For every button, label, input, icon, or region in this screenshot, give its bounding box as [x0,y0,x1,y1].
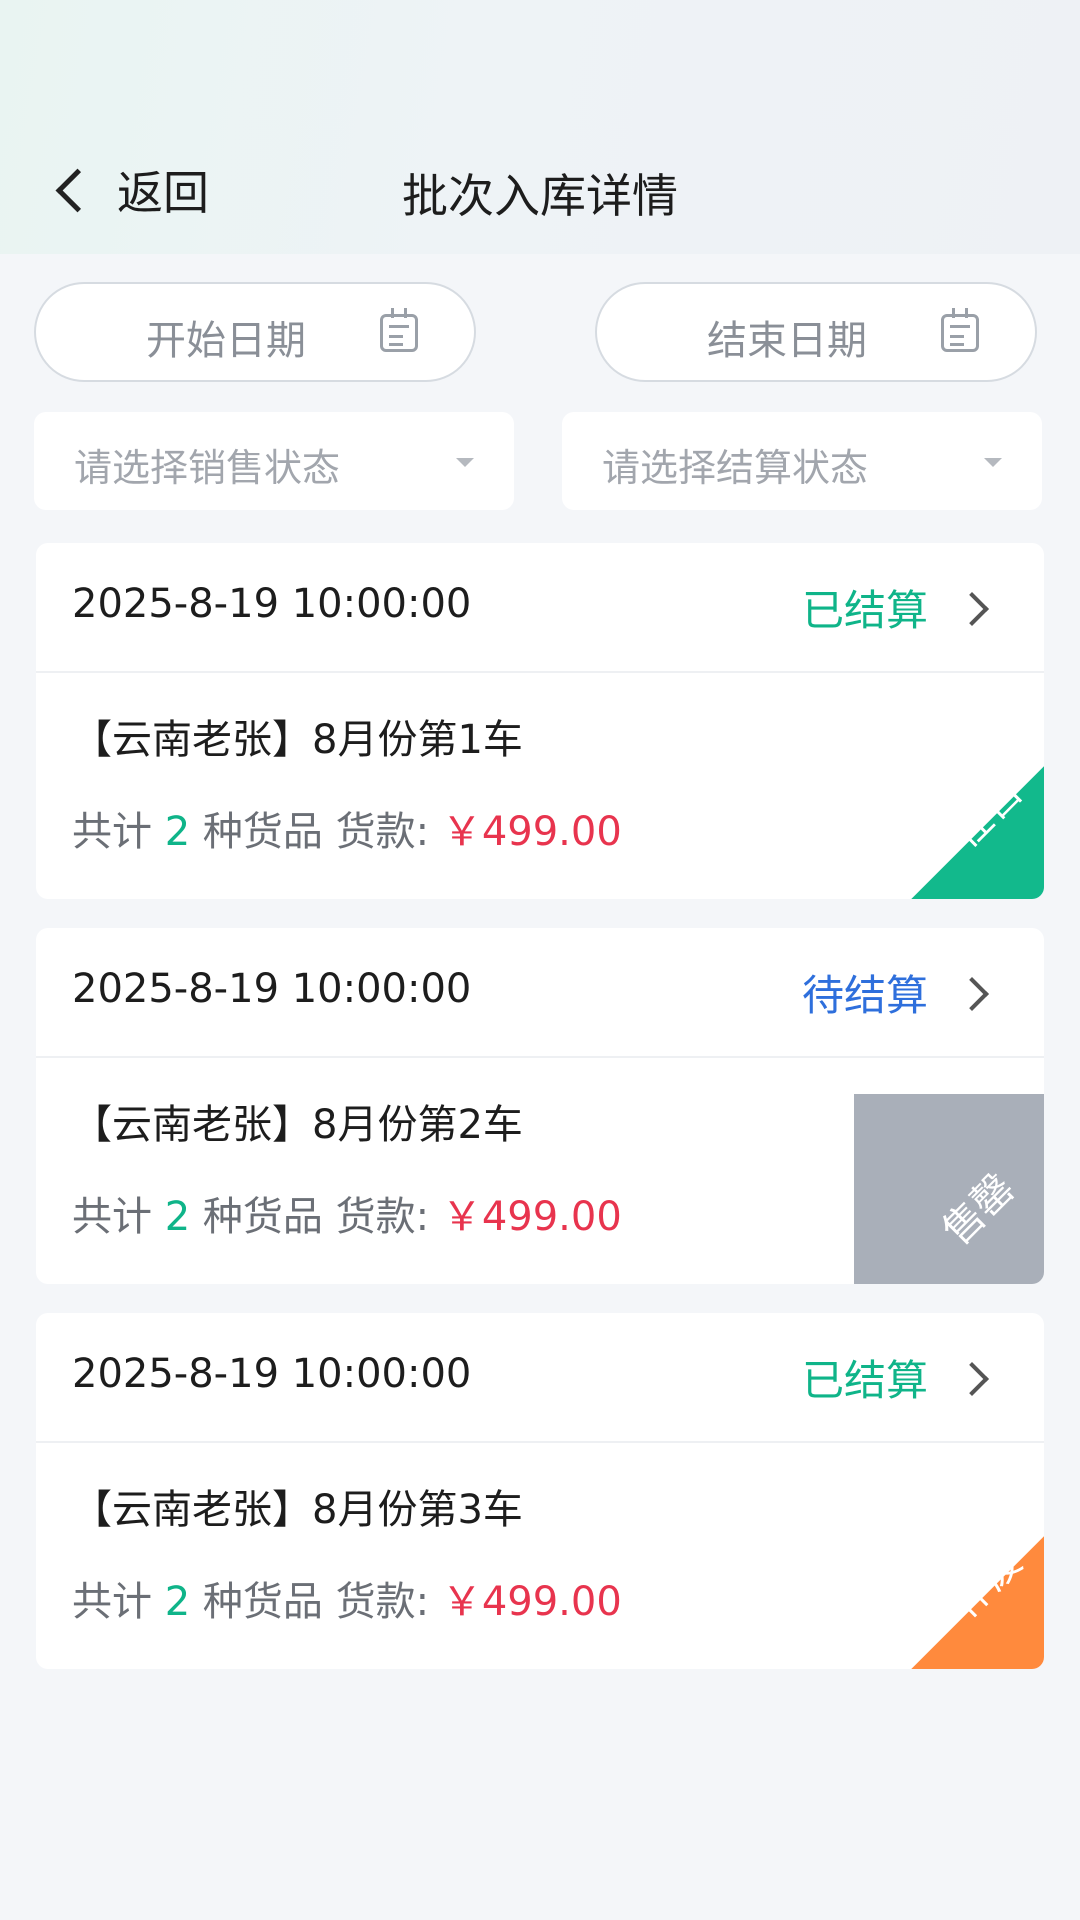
sold-out-badge: 售罄 [854,1094,1044,1284]
batch-card-header: 2025-8-19 10:00:00 已结算 [36,1313,1044,1443]
settle-status-select[interactable]: 请选择结算状态 [562,412,1042,510]
settle-status: 已结算 [801,586,928,635]
batch-summary: 共计 2 种货品 货款: ￥499.00 [72,1184,622,1242]
payment-label: 货款: [335,1194,430,1240]
batch-card-header: 2025-8-19 10:00:00 已结算 [36,543,1044,673]
calendar-icon [941,308,979,352]
end-date-placeholder: 结束日期 [707,318,867,364]
payment-amount: ￥499.00 [442,809,622,855]
start-date-placeholder: 开始日期 [146,318,306,364]
batch-time: 2025-8-19 10:00:00 [72,966,472,1012]
caret-down-icon [456,458,474,467]
payment-label: 货款: [335,1579,430,1625]
currency-symbol: ￥ [441,1579,482,1625]
batch-name: 【云南老张】8月份第1车 [72,717,523,763]
total-prefix: 共计 [72,809,152,855]
sale-badge-text: 售罄 [934,1165,1024,1255]
kinds-suffix: 种货品 [202,809,323,855]
currency-symbol: ￥ [441,809,482,855]
currency-symbol: ￥ [441,1194,482,1240]
goods-count: 2 [164,1579,191,1625]
page-title: 批次入库详情 [402,169,678,223]
batch-name: 【云南老张】8月份第2车 [72,1102,523,1148]
batch-summary: 共计 2 种货品 货款: ￥499.00 [72,799,622,857]
calendar-icon [380,308,418,352]
goods-count: 2 [164,809,191,855]
chevron-right-icon[interactable] [955,977,989,1011]
start-date-picker[interactable]: 开始日期 [34,282,476,382]
amount-value: 499.00 [481,809,622,855]
end-date-picker[interactable]: 结束日期 [595,282,1037,382]
payment-label: 货款: [335,809,430,855]
batch-card[interactable]: 2025-8-19 10:00:00 已结算 【云南老张】8月份第1车 共计 2… [36,543,1044,899]
batch-card-header: 2025-8-19 10:00:00 待结算 [36,928,1044,1058]
total-prefix: 共计 [72,1579,152,1625]
goods-count: 2 [164,1194,191,1240]
chevron-right-icon[interactable] [955,592,989,626]
amount-value: 499.00 [481,1579,622,1625]
batch-summary: 共计 2 种货品 货款: ￥499.00 [72,1569,622,1627]
batch-card[interactable]: 2025-8-19 10:00:00 已结算 【云南老张】8月份第3车 共计 2… [36,1313,1044,1669]
caret-down-icon [984,458,1002,467]
header-bar: 返回 批次入库详情 [0,0,1080,254]
batch-card[interactable]: 2025-8-19 10:00:00 待结算 【云南老张】8月份第2车 共计 2… [36,928,1044,1284]
batch-time: 2025-8-19 10:00:00 [72,1351,472,1397]
payment-amount: ￥499.00 [442,1579,622,1625]
settle-status-placeholder: 请选择结算状态 [602,446,869,490]
on-sale-badge: 在售 [854,709,1044,899]
kinds-suffix: 种货品 [202,1194,323,1240]
settle-status: 待结算 [801,971,928,1020]
sale-status-placeholder: 请选择销售状态 [74,446,341,490]
payment-amount: ￥499.00 [442,1194,622,1240]
void-badge: 作废 [854,1479,1044,1669]
batch-name: 【云南老张】8月份第3车 [72,1487,523,1533]
amount-value: 499.00 [481,1194,622,1240]
sale-status-select[interactable]: 请选择销售状态 [34,412,514,510]
kinds-suffix: 种货品 [202,1579,323,1625]
settle-status: 已结算 [801,1356,928,1405]
total-prefix: 共计 [72,1194,152,1240]
batch-time: 2025-8-19 10:00:00 [72,581,472,627]
chevron-right-icon[interactable] [955,1362,989,1396]
